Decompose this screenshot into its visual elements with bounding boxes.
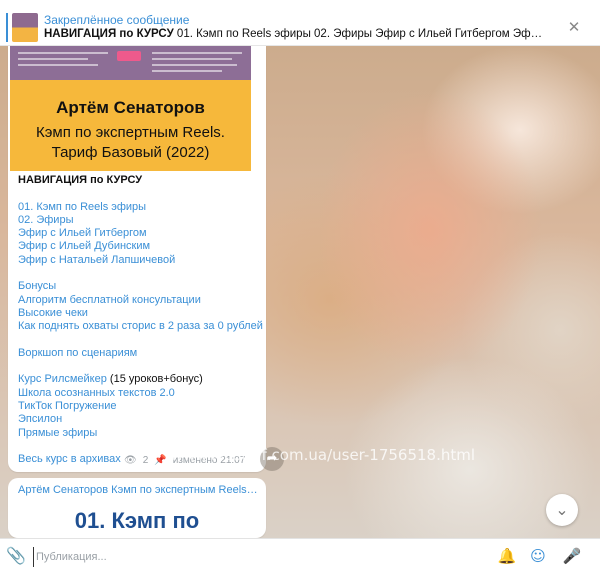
bell-icon[interactable]: 🔔 xyxy=(497,546,517,566)
views-count: 2 xyxy=(142,455,149,466)
message-heading: НАВИГАЦИЯ по КУРСУ xyxy=(18,174,143,186)
pinned-text-bold: НАВИГАЦИЯ по КУРСУ xyxy=(44,28,174,40)
top-strip xyxy=(0,0,600,8)
link-script-workshop[interactable]: Воркшоп по сценариям xyxy=(18,347,258,360)
link-consultation-algorithm[interactable]: Алгоритм бесплатной консультации xyxy=(18,294,258,307)
cover-text-line xyxy=(152,70,222,72)
message2-big-text: 01. Кэмп по xyxy=(74,508,200,533)
link-stream-lapshicheva[interactable]: Эфир с Натальей Лапшичевой xyxy=(18,254,258,267)
eye-icon: 👁 xyxy=(124,455,137,466)
pinned-accent-bar xyxy=(6,13,8,42)
link-reelsmaker-line: Курс Рилсмейкер (15 уроков+бонус) xyxy=(18,373,258,386)
cover-text-line xyxy=(152,64,237,66)
watermark: www.kidstaff.com.ua/user-1756518.html xyxy=(171,446,476,464)
cover-badge xyxy=(117,51,141,61)
cover-image: Артём Сенаторов Кэмп по экспертным Reels… xyxy=(10,46,251,171)
message2-title[interactable]: Артём Сенаторов Кэмп по экспертным Reels… xyxy=(18,484,258,496)
link-epsilon[interactable]: Эпсилон xyxy=(18,413,258,426)
cover-text-line xyxy=(18,64,98,66)
message-input[interactable] xyxy=(33,547,473,567)
cover-text-line xyxy=(152,52,242,54)
paperclip-icon[interactable]: 📎 xyxy=(6,547,26,565)
emoji-icon[interactable]: ☺ xyxy=(528,546,548,566)
link-tiktok[interactable]: ТикТок Погружение xyxy=(18,400,258,413)
link-camp-reels[interactable]: 01. Кэмп по Reels эфиры xyxy=(18,201,258,214)
channel-message: Артём Сенаторов Кэмп по экспертным Reels… xyxy=(8,46,266,472)
cover-text-line xyxy=(18,58,88,60)
pinned-text-rest: 01. Кэмп по Reels эфиры 02. Эфиры Эфир с… xyxy=(176,28,544,40)
cover-orange-section: Артём Сенаторов Кэмп по экспертным Reels… xyxy=(10,80,251,171)
link-texts-school[interactable]: Школа осознанных текстов 2.0 xyxy=(18,387,258,400)
link-stream-dubinsky[interactable]: Эфир с Ильей Дубинским xyxy=(18,240,258,253)
reelsmaker-note: (15 уроков+бонус) xyxy=(106,373,203,386)
channel-message-2: Артём Сенаторов Кэмп по экспертным Reels… xyxy=(8,478,266,538)
cover-course-line2: Тариф Базовый (2022) xyxy=(51,144,210,161)
link-stories-reach[interactable]: Как поднять охваты сторис в 2 раза за 0 … xyxy=(18,320,263,333)
cover-course-line1: Кэмп по экспертным Reels. xyxy=(36,124,225,141)
close-icon[interactable]: ✕ xyxy=(566,19,582,35)
pinned-thumbnail xyxy=(12,13,38,42)
link-bonuses[interactable]: Бонусы xyxy=(18,280,258,293)
link-stream-gitberg[interactable]: Эфир с Ильей Гитбергом xyxy=(18,227,258,240)
cover-text-line xyxy=(18,52,108,54)
microphone-icon[interactable]: 🎤 xyxy=(562,546,582,566)
cover-text-line xyxy=(152,58,232,60)
pinned-message-bar[interactable]: Закреплённое сообщение НАВИГАЦИЯ по КУРС… xyxy=(0,8,600,46)
link-reelsmaker[interactable]: Курс Рилсмейкер xyxy=(18,373,107,385)
chevron-down-icon[interactable]: ⌄ xyxy=(546,494,578,526)
link-streams[interactable]: 02. Эфиры xyxy=(18,214,258,227)
link-live-streams[interactable]: Прямые эфиры xyxy=(18,427,258,440)
link-high-checks[interactable]: Высокие чеки xyxy=(18,307,258,320)
cover-purple-section xyxy=(10,46,251,80)
cover-author: Артём Сенаторов xyxy=(56,98,205,117)
composer: 📎 🔔 ☺ 🎤 xyxy=(0,538,600,574)
message-body: НАВИГАЦИЯ по КУРСУ 01. Кэмп по Reels эфи… xyxy=(18,174,263,467)
pin-icon: 📌 xyxy=(154,455,167,466)
pinned-title: Закреплённое сообщение xyxy=(44,13,190,27)
pinned-text: НАВИГАЦИЯ по КУРСУ 01. Кэмп по Reels эфи… xyxy=(44,28,544,40)
